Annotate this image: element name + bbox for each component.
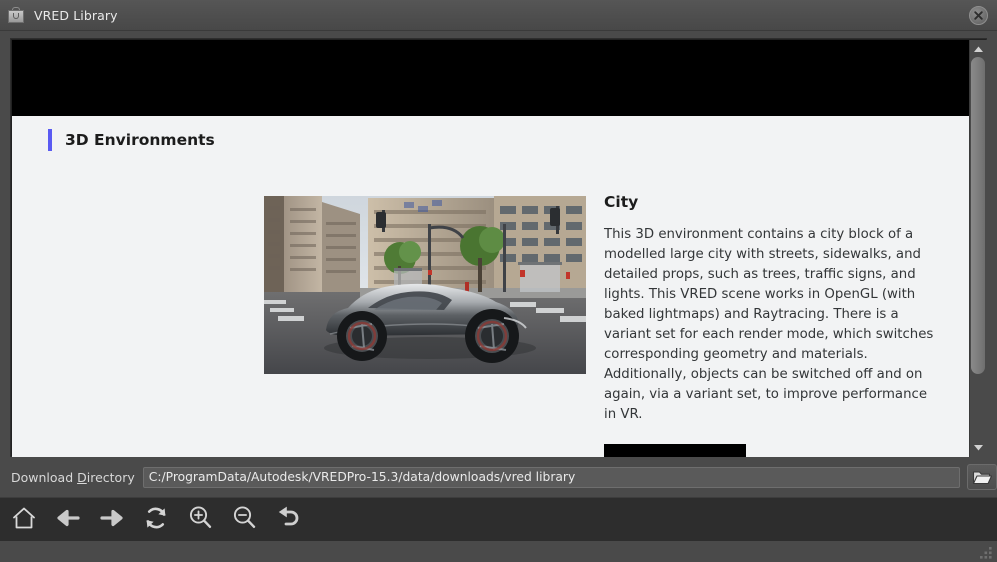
arrow-left-icon [54, 506, 82, 534]
window-scroll-up-caret-up-icon[interactable] [970, 41, 986, 57]
download-directory-row: Download Directory C:/ProgramData/Autode… [0, 463, 997, 491]
arrow-right-icon [98, 506, 126, 534]
page-banner [12, 40, 969, 116]
asset-file-size: 8.65 GB [768, 457, 820, 458]
download-directory-label-mnemonic: D [77, 469, 87, 485]
back-button[interactable] [46, 499, 90, 541]
category-label: 3D Environments [65, 131, 215, 149]
reload-button[interactable] [134, 499, 178, 541]
download-button[interactable]: Download [604, 444, 746, 457]
window-scrollbar[interactable] [969, 40, 987, 457]
asset-detail: City This 3D environment contains a city… [604, 193, 950, 425]
download-directory-input[interactable]: C:/ProgramData/Autodesk/VREDPro-15.3/dat… [142, 466, 961, 488]
refresh-icon [143, 505, 169, 535]
forward-button[interactable] [90, 499, 134, 541]
status-bar [0, 541, 997, 562]
window-scroll-thumb[interactable] [971, 57, 985, 374]
window-scroll-down-caret-down-icon[interactable] [970, 439, 986, 455]
vred-library-window: VRED Library 3D Environments City This 3… [0, 0, 997, 562]
category-heading: 3D Environments [48, 129, 215, 151]
home-icon [11, 505, 37, 535]
title-bar: VRED Library [0, 0, 997, 31]
bag-icon [7, 6, 25, 24]
reset-button[interactable] [266, 499, 310, 541]
navigation-toolbar [0, 497, 997, 541]
asset-thumbnail[interactable] [264, 196, 586, 374]
folder-open-icon[interactable] [967, 464, 997, 490]
asset-title: City [604, 193, 639, 211]
download-directory-label: Download Directory [11, 470, 135, 485]
window-title: VRED Library [34, 7, 118, 23]
magnifier-plus-icon [187, 504, 214, 535]
category-accent-bar [48, 129, 52, 151]
web-view: 3D Environments City This 3D environment… [12, 40, 969, 457]
page-body: 3D Environments City This 3D environment… [12, 116, 969, 457]
asset-description: This 3D environment contains a city bloc… [604, 227, 934, 423]
home-button[interactable] [2, 499, 46, 541]
library-content-frame: 3D Environments City This 3D environment… [10, 38, 987, 457]
zoom-out-button[interactable] [222, 499, 266, 541]
download-directory-label-pre: Download [11, 469, 78, 485]
download-directory-label-post: irectory [86, 469, 135, 485]
zoom-in-button[interactable] [178, 499, 222, 541]
magnifier-minus-icon [231, 504, 258, 535]
resize-grip[interactable] [978, 544, 994, 560]
asset-actions: Download 8.65 GB [604, 444, 820, 457]
close-icon[interactable] [969, 6, 988, 25]
undo-arrow-icon [275, 505, 302, 534]
